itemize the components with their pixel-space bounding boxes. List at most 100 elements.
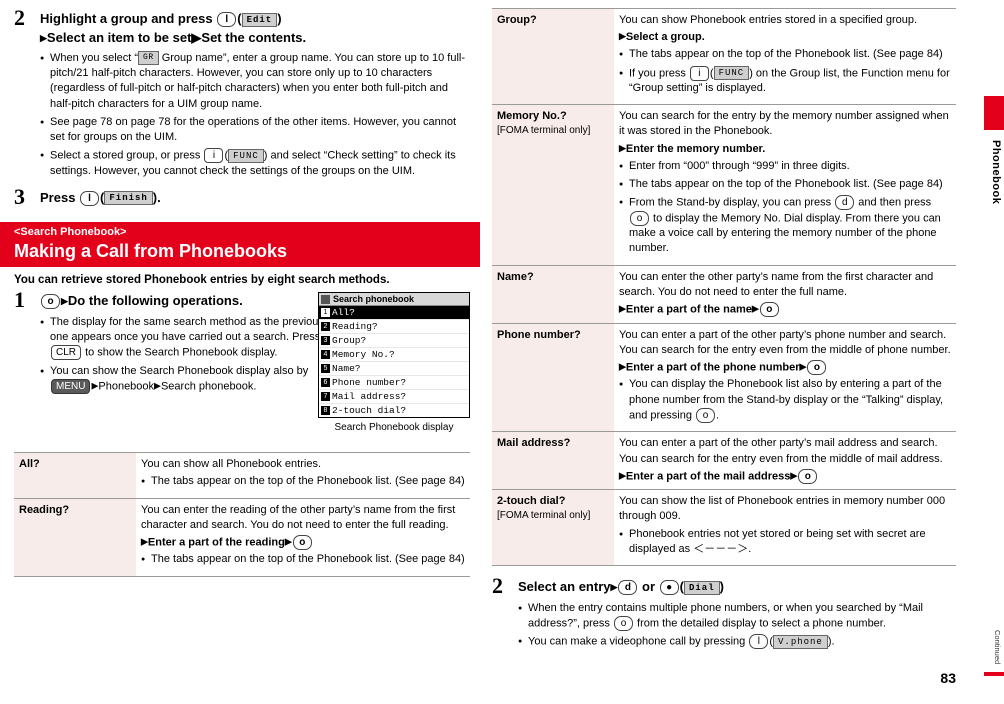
step-1-bullets: The display for the same search method a… <box>40 315 340 395</box>
list-icon <box>321 294 330 304</box>
table-row: Group? You can show Phonebook entries st… <box>492 7 956 106</box>
bullet-item: Enter from “000” through “999” in three … <box>619 159 951 174</box>
item-number: 1 <box>321 308 330 318</box>
bullet-item: You can make a videophone call by pressi… <box>518 634 956 650</box>
item-label: Mail address? <box>332 391 407 403</box>
list-item: 4 Memory No.? <box>319 348 469 363</box>
search-methods-table-right: Group? You can show Phonebook entries st… <box>492 7 956 566</box>
desc-text: You can enter the reading of the other p… <box>141 503 456 531</box>
desc-bullets: The tabs appear on the top of the Phoneb… <box>619 47 951 96</box>
side-tab: Phonebook Continued <box>984 0 1004 704</box>
edit-softkey-label: Edit <box>241 12 278 27</box>
paren-close: ). <box>152 189 161 205</box>
list-item: 7 Mail address? <box>319 390 469 405</box>
item-label: Memory No.? <box>332 349 395 361</box>
desc-bullets: Enter from “000” through “999” in three … <box>619 159 951 257</box>
desc-cell: You can enter a part of the other party’… <box>614 431 956 491</box>
list-item: 6 Phone number? <box>319 376 469 391</box>
action-text: Select a group. <box>625 31 705 44</box>
term-cell: All? <box>14 452 136 499</box>
term-cell: 2-touch dial? [FOMA terminal only] <box>492 489 614 566</box>
term-sublabel: [FOMA terminal only] <box>497 510 591 522</box>
step-1-block: 1 o▶Do the following operations. The dis… <box>14 289 340 395</box>
list-item: 2 Reading? <box>319 320 469 335</box>
item-label: 2-touch dial? <box>332 405 407 417</box>
table-row: Mail address? You can enter a part of th… <box>492 431 956 491</box>
bullet-item: See page 78 on page 78 for the operation… <box>40 115 470 145</box>
call-key-icon: d <box>835 195 855 211</box>
paren-close: ) <box>719 579 724 594</box>
step-2-number: 2 <box>492 573 503 598</box>
step-3-block: 3 Press l(Finish). <box>14 185 470 207</box>
l-key-icon: l <box>749 634 769 650</box>
step-2-title-text: Select an entry <box>518 579 611 594</box>
bullet-item: The tabs appear on the top of the Phoneb… <box>619 47 951 62</box>
action-line: ▶Enter the memory number. <box>619 142 766 155</box>
side-tab-label: Phonebook <box>990 140 1002 205</box>
section-subtitle: <Search Phonebook> <box>14 226 127 239</box>
group-icon: GR <box>138 51 159 66</box>
step-2-bullets: When you select “GR Group name”, enter a… <box>40 51 470 179</box>
side-tab-bottom-marker <box>984 672 1004 676</box>
list-item: 5 Name? <box>319 362 469 377</box>
o-key-icon: o <box>807 359 827 375</box>
item-number: 4 <box>321 350 330 360</box>
list-item: 1 All? <box>319 306 469 321</box>
term-label: All? <box>19 458 40 471</box>
bullet-item: The tabs appear on the top of the Phoneb… <box>141 474 465 489</box>
term-label: 2-touch dial? <box>497 495 566 508</box>
action-line: ▶Enter a part of the mail address▶ o <box>619 468 951 485</box>
list-item: 3 Group? <box>319 334 469 349</box>
item-number: 5 <box>321 364 330 374</box>
side-tab-marker <box>984 96 1004 130</box>
item-label: All? <box>332 307 355 319</box>
func-softkey-label: FUNC <box>713 66 750 81</box>
action-line: ▶Enter a part of the reading▶Enter a par… <box>141 534 465 551</box>
action-line: ▶Enter a part of the name▶Enter a part o… <box>619 301 951 318</box>
bullet-item: You can show the Search Phonebook displa… <box>40 364 340 395</box>
o-key-icon: o <box>613 615 633 631</box>
bullet-item: When you select “GR Group name”, enter a… <box>40 51 470 112</box>
term-label: Mail address? <box>497 437 571 450</box>
term-cell: Reading? <box>14 497 136 577</box>
desc-cell: You can enter the reading of the other p… <box>136 497 470 577</box>
i-key-icon: i <box>204 148 224 164</box>
term-sublabel: [FOMA terminal only] <box>497 125 591 137</box>
desc-cell: You can search for the entry by the memo… <box>614 104 956 266</box>
list-item: 8 2-touch dial? <box>319 404 469 417</box>
table-row: Name? You can enter the other party’s na… <box>492 264 956 324</box>
item-number: 7 <box>321 392 330 402</box>
step-2-line2-text: Select an item to be set▶Set the content… <box>46 29 307 45</box>
action-line: ▶Select a group. <box>619 31 705 44</box>
bullet-text: ) on the Group list, the Function menu f… <box>629 66 950 95</box>
desc-text: You can show Phonebook entries stored in… <box>619 14 918 26</box>
item-number: 8 <box>321 406 330 416</box>
term-label: Reading? <box>19 503 70 516</box>
step-2-title: Select an entry▶ d or ●(Dial) <box>518 579 724 596</box>
term-label: Name? <box>497 270 534 283</box>
phone-screen-title: Search phonebook <box>319 293 469 307</box>
desc-text: You can search for the entry by the memo… <box>619 110 949 138</box>
menu-key-icon: MENU <box>51 378 91 394</box>
term-label: Memory No.? <box>497 110 567 123</box>
step-3-title-text: Press <box>40 189 80 205</box>
search-methods-table-left: All? You can show all Phonebook entries.… <box>14 452 470 577</box>
vphone-softkey-label: V.phone <box>773 634 828 649</box>
desc-text: You can enter the other party’s name fro… <box>619 270 934 298</box>
desc-cell: You can show the list of Phonebook entri… <box>614 489 956 566</box>
step-2-title-text: Highlight a group and press <box>40 11 217 26</box>
desc-cell: You can enter the other party’s name fro… <box>614 264 956 324</box>
bullet-item: From the Stand-by display, you can press… <box>619 195 951 257</box>
action-line: ▶Enter a part of the phone number▶ o <box>619 359 951 376</box>
bullet-item: When the entry contains multiple phone n… <box>518 601 956 632</box>
arrow-right-icon: ▶ <box>40 32 47 43</box>
term-label: Group? <box>497 14 537 26</box>
table-row: Reading? You can enter the reading of th… <box>14 497 470 577</box>
section-title: Making a Call from Phonebooks <box>14 240 288 261</box>
table-row: Memory No.? [FOMA terminal only] You can… <box>492 104 956 266</box>
desc-bullets: The tabs appear on the top of the Phoneb… <box>141 474 465 489</box>
item-number: 3 <box>321 336 330 346</box>
or-text: or <box>638 579 659 594</box>
bullet-item: If you press i(FUNC) on the Group list, … <box>619 65 951 97</box>
phone-screen: Search phonebook 1 All? 2 Reading? 3 Group?… <box>318 292 470 419</box>
